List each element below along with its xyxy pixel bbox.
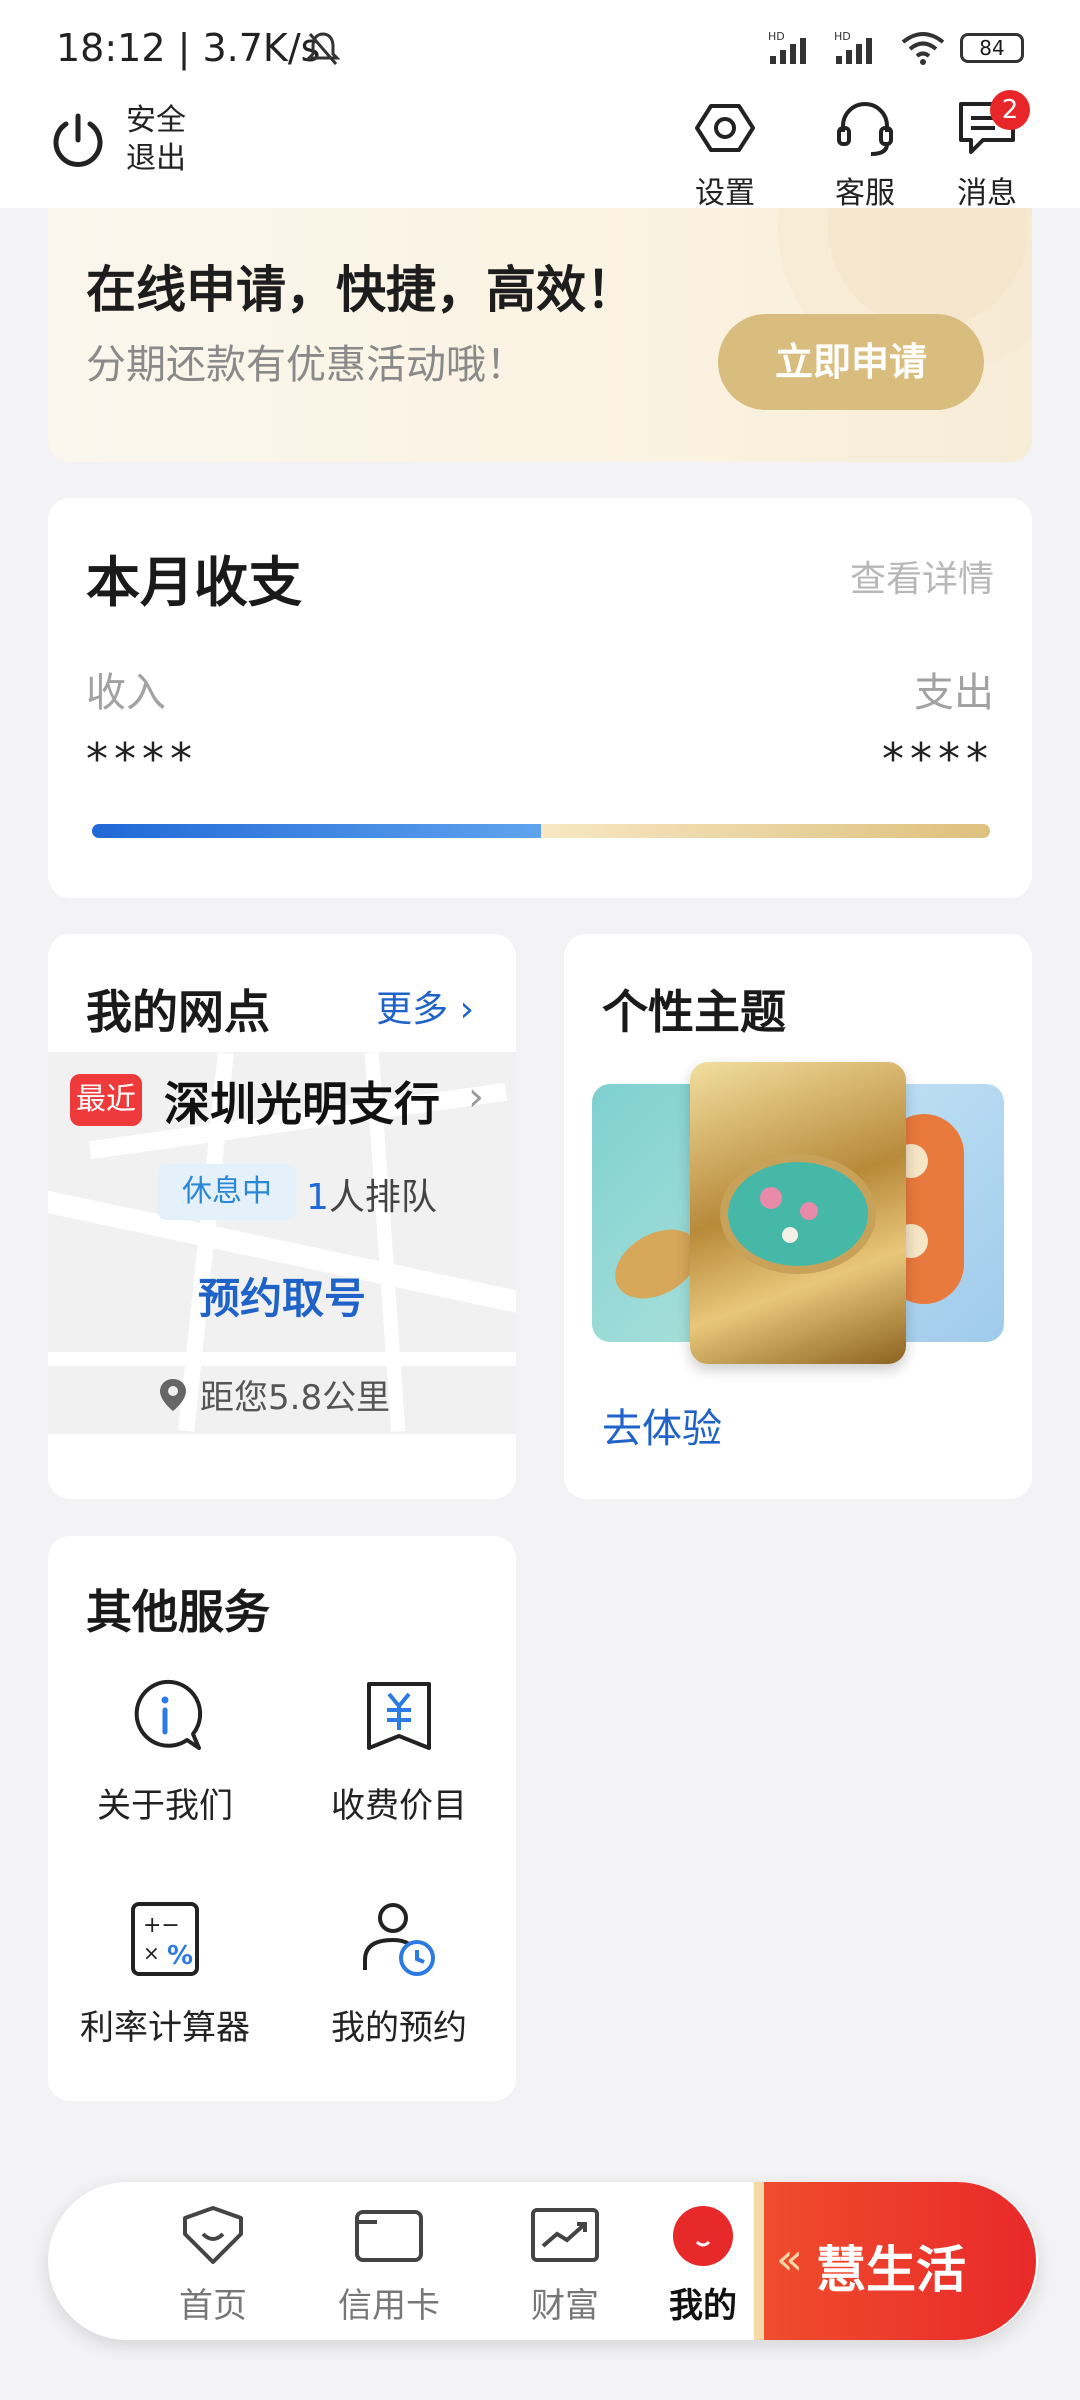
service-label: 客服 [835, 176, 895, 211]
profile-icon [673, 2206, 733, 2266]
promo-banner[interactable]: 在线申请，快捷，高效！ 分期还款有优惠活动哦！ 立即申请 [48, 208, 1032, 462]
appointment-icon [363, 1903, 435, 1976]
safe-logout-button[interactable]: 安全 退出 [48, 102, 186, 178]
wifi-icon [901, 32, 945, 65]
tab-credit-card[interactable]: 信用卡 [314, 2204, 464, 2327]
credit-card-icon [355, 2210, 423, 2262]
svg-text:HD: HD [834, 30, 851, 43]
home-icon [183, 2206, 243, 2264]
info-icon [134, 1679, 203, 1750]
branch-chevron-icon[interactable]: › [468, 1074, 484, 1120]
settings-icon [695, 104, 755, 152]
signal-hd-icon-2: HD [834, 30, 872, 64]
income-bar-fill [92, 824, 541, 838]
customer-service-button[interactable]: 客服 [810, 96, 920, 212]
messages-badge: 2 [990, 90, 1030, 130]
income-card-title: 本月收支 [86, 551, 302, 614]
personal-theme-card[interactable]: 个性主题 去体验 [564, 934, 1032, 1499]
battery-level: 84 [979, 36, 1005, 60]
branch-status-tag: 休息中 [158, 1164, 296, 1220]
svg-text:%: % [167, 1941, 193, 1971]
branch-card-title: 我的网点 [86, 985, 270, 1039]
signal-hd-icon: HD [768, 30, 806, 64]
mute-bell-icon [306, 32, 340, 65]
tab-wealth-label: 财富 [531, 2286, 599, 2326]
queue-text: 人排队 [328, 1177, 437, 1218]
location-pin-icon [160, 1378, 186, 1411]
income-value: **** [86, 734, 198, 785]
service-label-about: 关于我们 [97, 1786, 233, 1826]
apply-now-button[interactable]: 立即申请 [718, 314, 984, 410]
promo-subtitle: 分期还款有优惠活动哦！ [86, 342, 526, 388]
messages-label: 消息 [957, 176, 1017, 211]
theme-card-title: 个性主题 [602, 985, 786, 1039]
svg-text:+−: +− [143, 1913, 180, 1938]
expense-label: 支出 [914, 670, 994, 716]
my-branch-card: 我的网点 更多 › 最近 深圳光明支行 › 休息中 1人排队 预约取号 距您5.… [48, 934, 516, 1499]
recent-tag: 最近 [70, 1074, 142, 1126]
battery-icon: 84 [960, 33, 1024, 63]
queue-info: 1人排队 [306, 1168, 437, 1220]
service-fee-list[interactable]: 收费价目 [282, 1676, 516, 1827]
service-label-fee: 收费价目 [331, 1786, 467, 1826]
other-services-card: 其他服务 关于我们 收费价目 +− × % 利率计算器 我的预约 [48, 1536, 516, 2101]
wealth-icon [531, 2208, 599, 2262]
smart-life-button[interactable]: « 慧生活 [754, 2182, 1036, 2340]
svg-text:HD: HD [768, 30, 785, 43]
logout-label-2: 退出 [126, 141, 186, 176]
service-about-us[interactable]: 关于我们 [48, 1676, 282, 1827]
branch-more-link[interactable]: 更多 › [376, 980, 474, 1032]
try-theme-link[interactable]: 去体验 [602, 1396, 722, 1454]
tab-wealth[interactable]: 财富 [490, 2204, 640, 2327]
price-book-icon [367, 1682, 431, 1750]
service-label-calculator: 利率计算器 [80, 2008, 250, 2048]
theme-preview-center [690, 1062, 906, 1364]
income-label: 收入 [86, 670, 166, 716]
settings-button[interactable]: 设置 [670, 96, 780, 212]
monthly-income-card: 本月收支 查看详情 收入 支出 **** **** [48, 498, 1032, 898]
tab-home-label: 首页 [179, 2286, 247, 2326]
status-bar: 18:12 | 3.7K/s HD HD 84 [0, 0, 1080, 96]
expense-value: **** [882, 734, 994, 785]
logout-label-1: 安全 [126, 103, 186, 138]
promo-title: 在线申请，快捷，高效！ [86, 261, 636, 319]
double-chevron-left-icon: « [776, 2234, 803, 2285]
branch-name[interactable]: 深圳光明支行 [164, 1068, 440, 1134]
tab-credit-card-label: 信用卡 [338, 2286, 440, 2326]
status-icons: HD HD 84 [768, 26, 1024, 70]
messages-button[interactable]: 2 消息 [932, 90, 1042, 212]
settings-label: 设置 [695, 176, 755, 211]
income-expense-bar [92, 824, 990, 838]
service-label-appointment: 我的预约 [331, 2008, 467, 2048]
header: 安全 退出 设置 客服 2 消息 [0, 90, 1080, 211]
expense-bar-fill [541, 824, 990, 838]
queue-count: 1 [306, 1177, 329, 1218]
service-rate-calculator[interactable]: +− × % 利率计算器 [48, 1898, 282, 2049]
view-details-link[interactable]: 查看详情 [850, 550, 994, 602]
service-my-appointment[interactable]: 我的预约 [282, 1898, 516, 2049]
branch-more-label: 更多 [376, 989, 449, 1030]
other-services-title: 其他服务 [86, 1585, 270, 1639]
calculator-icon: +− × % [131, 1902, 199, 1976]
power-icon [53, 113, 103, 167]
branch-distance: 距您5.8公里 [158, 1370, 390, 1419]
reserve-number-button[interactable]: 预约取号 [48, 1264, 516, 1327]
tab-home[interactable]: 首页 [138, 2204, 288, 2327]
headset-icon [837, 102, 893, 156]
svg-text:×: × [143, 1941, 160, 1965]
chevron-right-icon: › [459, 989, 474, 1030]
status-time: 18:12 | 3.7K/s [56, 26, 321, 70]
smart-life-label: 慧生活 [816, 2241, 966, 2299]
distance-text: 距您5.8公里 [200, 1378, 391, 1418]
